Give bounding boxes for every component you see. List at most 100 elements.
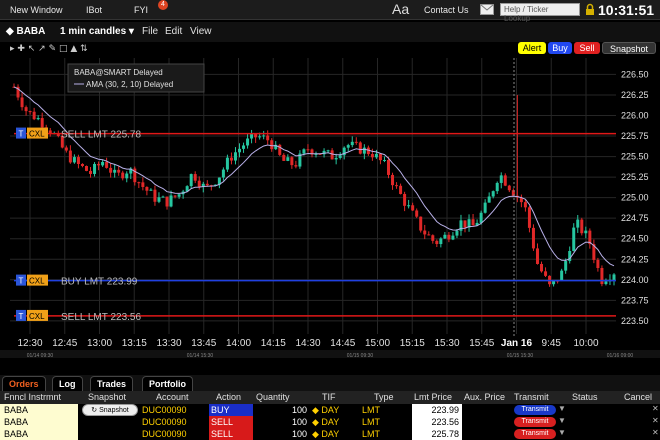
tab-portfolio[interactable]: Portfolio xyxy=(142,376,193,391)
col-aux-price[interactable]: Aux. Price xyxy=(464,392,505,402)
transmit-button[interactable]: Transmit xyxy=(514,417,556,427)
candle-body xyxy=(455,230,459,236)
drawing-tools[interactable]: ▸ ✚ ↖ ↗ ✎ □ ▲ ⇅ xyxy=(10,42,145,52)
tab-trades[interactable]: Trades xyxy=(90,376,134,391)
x-tick-label: 14:30 xyxy=(295,338,320,349)
order-row[interactable]: BABA ↻ Snapshot DUC00090 BUY 100 ◆ DAY L… xyxy=(0,404,660,416)
quantity-cell[interactable]: 100 xyxy=(253,428,309,440)
candle-body xyxy=(443,234,447,239)
new-window-menu[interactable]: New Window xyxy=(10,5,63,15)
view-menu[interactable]: View xyxy=(190,26,212,37)
type-cell[interactable]: LMT xyxy=(360,416,410,428)
candle-body xyxy=(580,219,584,234)
order-row[interactable]: BABA DUC00090 SELL 100 ◆ DAY LMT 225.78 … xyxy=(0,428,660,440)
ticker-lookup-input[interactable]: Help / Ticker Lookup xyxy=(500,3,580,23)
lmt-price-cell[interactable]: 223.99 xyxy=(412,404,462,416)
candle-body xyxy=(221,169,225,178)
candle-body xyxy=(483,202,487,213)
type-cell[interactable]: LMT xyxy=(360,404,410,416)
candle-body xyxy=(431,235,435,241)
fyi-menu[interactable]: FYI xyxy=(134,5,148,15)
x-tick-label: 13:15 xyxy=(122,338,147,349)
type-cell[interactable]: LMT xyxy=(360,428,410,440)
file-menu[interactable]: File xyxy=(142,26,158,37)
col-cancel[interactable]: Cancel xyxy=(624,392,652,402)
candle-body xyxy=(93,163,97,174)
symbol-selector[interactable]: ◆ BABA xyxy=(6,26,45,37)
candle-body xyxy=(378,153,382,161)
mail-icon[interactable] xyxy=(480,4,494,15)
quantity-cell[interactable]: 100 xyxy=(253,404,309,416)
candle-body xyxy=(141,182,145,187)
action-cell[interactable]: BUY xyxy=(209,404,253,416)
candle-body xyxy=(451,235,455,240)
candle-body xyxy=(479,212,483,223)
chevron-down-icon[interactable]: ▼ xyxy=(558,416,566,425)
col-action[interactable]: Action xyxy=(216,392,241,402)
tif-cell[interactable]: ◆ DAY xyxy=(310,416,360,428)
x-tick-label: 13:30 xyxy=(156,338,181,349)
snapshot-button[interactable]: Snapshot xyxy=(602,42,656,54)
col-account[interactable]: Account xyxy=(156,392,189,402)
order-row[interactable]: BABA DUC00090 SELL 100 ◆ DAY LMT 223.56 … xyxy=(0,416,660,428)
cancel-icon[interactable]: ✕ xyxy=(652,416,659,425)
cancel-icon[interactable]: ✕ xyxy=(652,404,659,413)
alert-button[interactable]: Alert xyxy=(518,42,546,54)
period-selector[interactable]: 1 min candles ▾ xyxy=(60,26,134,37)
edit-menu[interactable]: Edit xyxy=(165,26,182,37)
chevron-down-icon[interactable]: ▼ xyxy=(558,404,566,413)
action-cell[interactable]: SELL xyxy=(209,428,253,440)
col-lmt-price[interactable]: Lmt Price xyxy=(414,392,452,402)
transmit-button[interactable]: Transmit xyxy=(514,429,556,439)
transmit-tag-label: T xyxy=(19,312,24,321)
col-tif[interactable]: TIF xyxy=(322,392,336,402)
candle-body xyxy=(294,165,298,167)
col-quantity[interactable]: Quantity xyxy=(256,392,290,402)
lmt-price-cell[interactable]: 225.78 xyxy=(412,428,462,440)
candle-body xyxy=(64,147,68,151)
candle-body xyxy=(471,219,475,226)
tab-orders[interactable]: Orders xyxy=(2,376,46,391)
candle-body xyxy=(290,157,294,166)
col-status[interactable]: Status xyxy=(572,392,598,402)
candle-body xyxy=(346,145,350,148)
candle-body xyxy=(415,210,419,217)
price-chart[interactable]: T CXL SELL LMT 225.78 T CXL BUY LMT 223.99 T CX… xyxy=(0,56,660,358)
sell-button[interactable]: Sell xyxy=(574,42,600,54)
col-transmit[interactable]: Transmit xyxy=(514,392,549,402)
date-label: 01/14 15:30 xyxy=(187,353,214,358)
x-tick-label: 12:30 xyxy=(17,338,42,349)
candle-body xyxy=(117,169,121,173)
tif-cell[interactable]: ◆ DAY xyxy=(310,428,360,440)
candle-body xyxy=(560,270,564,281)
lmt-price-cell[interactable]: 223.56 xyxy=(412,416,462,428)
col-instrument[interactable]: Fnncl Instrmnt xyxy=(4,392,61,402)
tif-cell[interactable]: ◆ DAY xyxy=(310,404,360,416)
tab-log[interactable]: Log xyxy=(52,376,83,391)
col-type[interactable]: Type xyxy=(374,392,394,402)
chevron-down-icon[interactable]: ▼ xyxy=(558,428,566,437)
date-label: 01/15 09:30 xyxy=(347,353,374,358)
action-cell[interactable]: SELL xyxy=(209,416,253,428)
candle-body xyxy=(523,202,527,208)
candle-body xyxy=(97,163,101,166)
x-tick-label: 14:45 xyxy=(330,338,355,349)
cancel-icon[interactable]: ✕ xyxy=(652,428,659,437)
col-snapshot[interactable]: Snapshot xyxy=(88,392,126,402)
font-size-button[interactable]: Aa xyxy=(392,1,409,17)
candle-body xyxy=(72,157,76,163)
symbol-label: BABA xyxy=(16,26,46,37)
x-tick-label: 14:15 xyxy=(261,338,286,349)
candle-body xyxy=(411,205,415,211)
y-tick-label: 226.25 xyxy=(621,90,649,100)
order-line-label: SELL LMT 223.56 xyxy=(61,312,141,323)
snapshot-button[interactable]: ↻ Snapshot xyxy=(82,404,138,416)
transmit-button[interactable]: Transmit xyxy=(514,405,556,415)
ibot-menu[interactable]: IBot xyxy=(86,5,102,15)
quantity-cell[interactable]: 100 xyxy=(253,416,309,428)
buy-button[interactable]: Buy xyxy=(548,42,572,54)
contact-us-link[interactable]: Contact Us xyxy=(424,5,469,15)
y-tick-label: 225.50 xyxy=(621,152,649,162)
candle-body xyxy=(544,271,548,276)
lock-icon[interactable] xyxy=(585,3,595,16)
